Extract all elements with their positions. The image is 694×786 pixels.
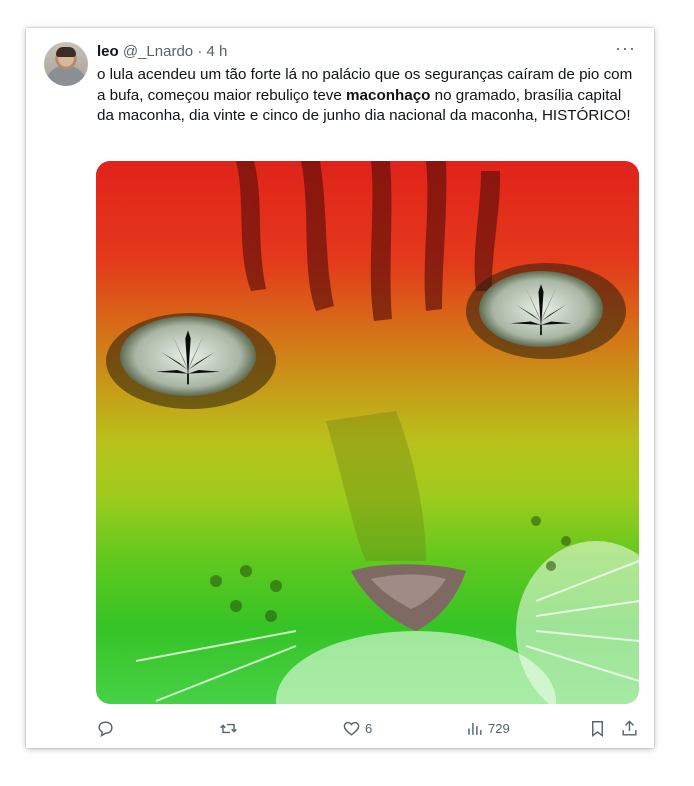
share-button[interactable] — [620, 716, 639, 740]
rasta-cat-illustration — [106, 161, 639, 704]
tweet-header: leo @_Lnardo · 4 h — [97, 42, 227, 62]
retweet-button[interactable] — [219, 716, 238, 740]
tweet-actions: 6 729 — [96, 716, 641, 740]
views-count: 729 — [488, 720, 510, 736]
tweet-image[interactable] — [96, 161, 639, 704]
views-button[interactable]: 729 — [465, 716, 510, 740]
reply-button[interactable] — [96, 716, 115, 740]
author-handle[interactable]: @_Lnardo — [123, 43, 193, 60]
like-count: 6 — [365, 720, 373, 736]
separator-dot: · — [197, 43, 203, 60]
tweet-card[interactable]: leo @_Lnardo · 4 h ··· o lula acendeu um… — [26, 28, 654, 748]
bookmark-button[interactable] — [588, 716, 607, 740]
heart-icon — [343, 721, 360, 736]
avatar[interactable] — [44, 42, 88, 86]
more-options-icon[interactable]: ··· — [615, 38, 636, 59]
avatar-hair — [56, 47, 76, 57]
share-icon — [622, 719, 637, 736]
tweet-text-bold: maconhaço — [346, 86, 431, 104]
reply-icon — [98, 720, 113, 737]
author-name[interactable]: leo — [97, 43, 119, 60]
retweet-icon — [220, 723, 237, 733]
tweet-text: o lula acendeu um tão forte lá no paláci… — [97, 65, 642, 127]
bookmark-icon — [592, 720, 603, 737]
views-icon — [468, 722, 482, 735]
tweet-time[interactable]: 4 h — [206, 43, 227, 60]
like-button[interactable]: 6 — [342, 716, 372, 740]
